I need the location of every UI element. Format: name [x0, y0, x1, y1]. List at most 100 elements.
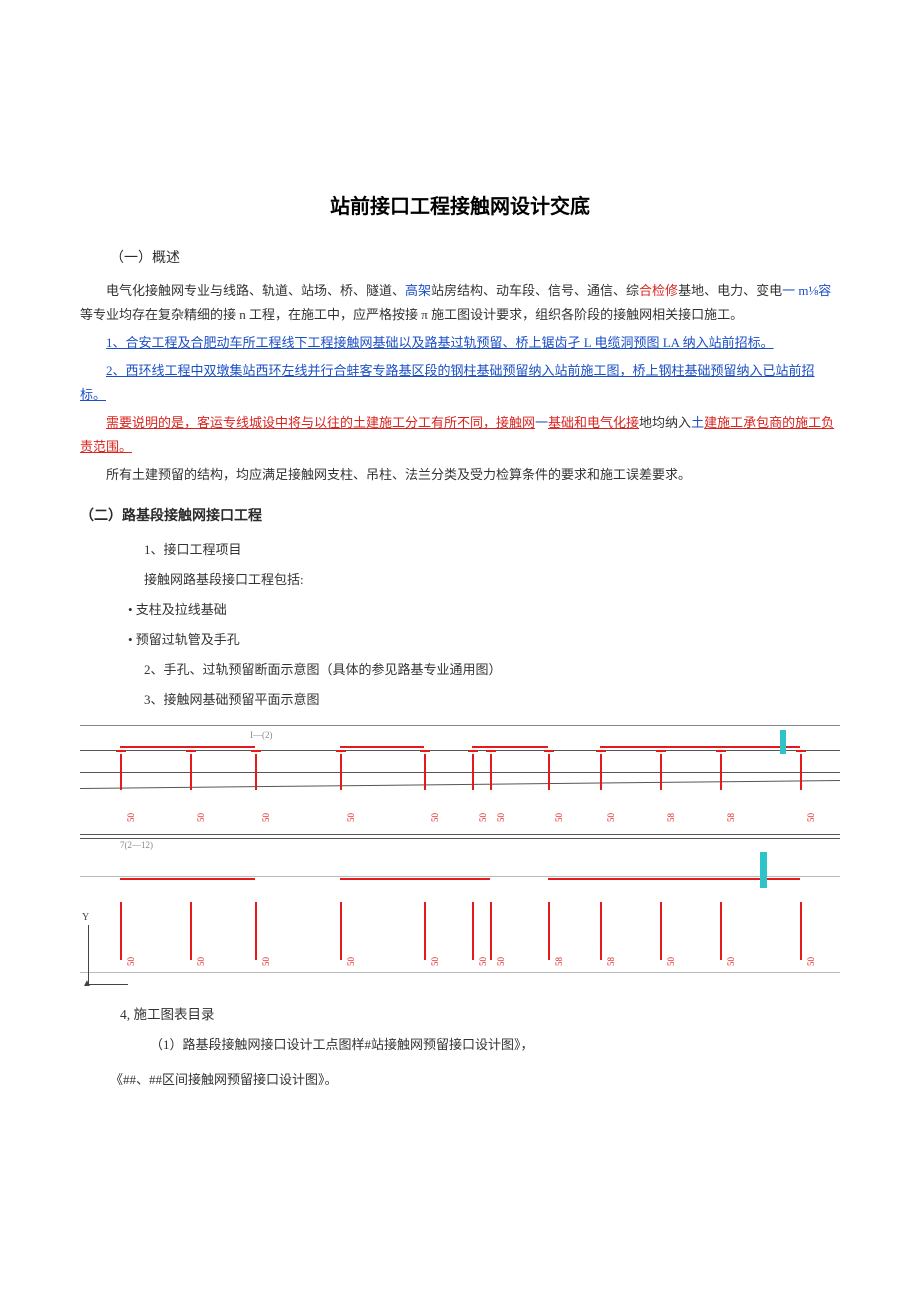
p1-mid3: 等专业均存在复杂精细的接 n 工程，在施工中，应严格按接 π 施工图设计要求，组…	[80, 307, 743, 322]
red-crossbar	[420, 750, 430, 752]
lower-guide-1	[80, 876, 840, 877]
axis-x	[88, 984, 128, 985]
red-dim-label-lower: 50	[346, 957, 356, 966]
red-hseg	[600, 746, 660, 748]
red-tick-upper	[660, 754, 662, 790]
red-crossbar	[251, 750, 261, 752]
red-tick-upper	[472, 754, 474, 790]
sec2-item1-sub: 接触网路基段接口工程包括:	[144, 567, 840, 593]
red-tick-upper	[190, 754, 192, 790]
red-tick-upper	[340, 754, 342, 790]
p4-red-mid: 基础和电气化接	[548, 415, 639, 430]
red-dim-label: 50	[261, 813, 271, 822]
sec2-item1: 1、接口工程项目	[144, 537, 840, 563]
p1-red1: 合检修	[639, 283, 678, 298]
red-dim-label-lower: 50	[261, 957, 271, 966]
red-tick-lower	[190, 902, 192, 960]
sec2-bullet2: • 预留过轨管及手孔	[128, 627, 840, 653]
p1-lead: 电气化接触网专业与线路、轨道、站场、桥、隧道、	[106, 283, 405, 298]
sec1-para3: 2、西环线工程中双墩集站西环左线并行合蚌客专路基区段的钢柱基础预留纳入站前施工图…	[80, 359, 840, 407]
red-hseg	[120, 878, 255, 880]
red-hseg	[720, 746, 800, 748]
red-crossbar	[468, 750, 478, 752]
red-hseg	[190, 746, 255, 748]
red-hseg	[340, 746, 424, 748]
red-tick-lower	[120, 902, 122, 960]
sec2-item4-sub2: 《##、##区间接触网预留接口设计图》。	[110, 1068, 840, 1093]
red-tick-lower	[255, 902, 257, 960]
red-crossbar	[336, 750, 346, 752]
sec2-bullet1: • 支柱及拉线基础	[128, 597, 840, 623]
red-tick-upper	[548, 754, 550, 790]
red-tick-lower	[340, 902, 342, 960]
red-tick-lower	[424, 902, 426, 960]
red-tick-upper	[120, 754, 122, 790]
p1-blue2: 一 m⅛容	[782, 283, 831, 298]
red-dim-label: 50	[196, 813, 206, 822]
red-tick-upper	[720, 754, 722, 790]
red-dim-label: 50	[478, 813, 488, 822]
red-tick-lower	[800, 902, 802, 960]
red-tick-lower	[548, 902, 550, 960]
p2-link: 1、合安工程及合肥动车所工程线下工程接触网基础以及路基过轨预留、桥上锯齿孑 L …	[106, 335, 774, 350]
sec1-para2: 1、合安工程及合肥动车所工程线下工程接触网基础以及路基过轨预留、桥上锯齿孑 L …	[80, 331, 840, 355]
red-dim-label-lower: 50	[806, 957, 816, 966]
red-dim-label: 50	[554, 813, 564, 822]
red-dim-label-lower: 50	[196, 957, 206, 966]
p1-mid2: 基地、电力、变电	[678, 283, 782, 298]
p4-blue: 一	[535, 415, 548, 430]
red-tick-lower	[490, 902, 492, 960]
section-2-header: （二）路基段接触网接口工程	[80, 505, 840, 525]
red-crossbar	[486, 750, 496, 752]
red-dim-label-lower: 50	[126, 957, 136, 966]
diag-upper-label: I—(2)	[250, 730, 273, 740]
red-dim-label-lower: 50	[726, 957, 736, 966]
red-hseg	[120, 746, 190, 748]
p4-mid: 地均纳入	[639, 415, 691, 430]
red-crossbar	[716, 750, 726, 752]
red-crossbar	[186, 750, 196, 752]
track-line-4	[80, 834, 840, 835]
red-crossbar	[544, 750, 554, 752]
cyan-mark-2	[780, 730, 786, 754]
red-tick-lower	[600, 902, 602, 960]
track-line-2	[80, 772, 840, 773]
red-dim-label-lower: 50	[666, 957, 676, 966]
sec2-item4-sub1: （1）路基段接触网接口设计工点图样#站接触网预留接口设计图》，	[150, 1033, 840, 1058]
red-hseg	[472, 746, 548, 748]
red-dim-label: 58	[726, 813, 736, 822]
red-hseg	[660, 746, 720, 748]
red-dim-label: 50	[346, 813, 356, 822]
red-hseg	[548, 878, 720, 880]
red-dim-label-lower: 50	[478, 957, 488, 966]
sec1-para4: 需要说明的是，客运专线城设中将与以往的土建施工分工有所不同，接触网一基础和电气化…	[80, 411, 840, 459]
p4-blue2: 土	[691, 415, 704, 430]
red-tick-lower	[720, 902, 722, 960]
track-line-3	[80, 780, 840, 789]
red-dim-label: 50	[430, 813, 440, 822]
red-crossbar	[656, 750, 666, 752]
red-tick-upper	[424, 754, 426, 790]
sec2-item3: 3、接触网基础预留平面示意图	[144, 687, 840, 713]
p1-mid1: 站房结构、动车段、信号、通信、综	[431, 283, 639, 298]
sec1-para1: 电气化接触网专业与线路、轨道、站场、桥、隧道、高架站房结构、动车段、信号、通信、…	[80, 279, 840, 327]
red-dim-label-lower: 50	[430, 957, 440, 966]
red-tick-upper	[490, 754, 492, 790]
red-dim-label-lower: 50	[496, 957, 506, 966]
red-tick-upper	[255, 754, 257, 790]
doc-title: 站前接口工程接触网设计交底	[80, 190, 840, 219]
p3-link: 2、西环线工程中双墩集站西环左线并行合蚌客专路基区段的钢柱基础预留纳入站前施工图…	[80, 363, 815, 402]
red-dim-label: 58	[666, 813, 676, 822]
cyan-mark-1	[760, 852, 767, 888]
axis-origin-tri: ▲	[82, 978, 92, 989]
red-dim-label-lower: 58	[606, 957, 616, 966]
red-tick-upper	[800, 754, 802, 790]
red-tick-lower	[660, 902, 662, 960]
sec2-item2: 2、手孔、过轨预留断面示意图（具体的参见路基专业通用图）	[144, 657, 840, 683]
track-line-5	[80, 838, 840, 839]
red-dim-label: 50	[496, 813, 506, 822]
red-dim-label: 50	[806, 813, 816, 822]
plan-diagram: I—(2) 7(2—12) 505050505050505050585850 5…	[80, 725, 840, 985]
sec2-item4: 4, 施工图表目录	[120, 1003, 840, 1023]
axis-y	[88, 925, 89, 985]
